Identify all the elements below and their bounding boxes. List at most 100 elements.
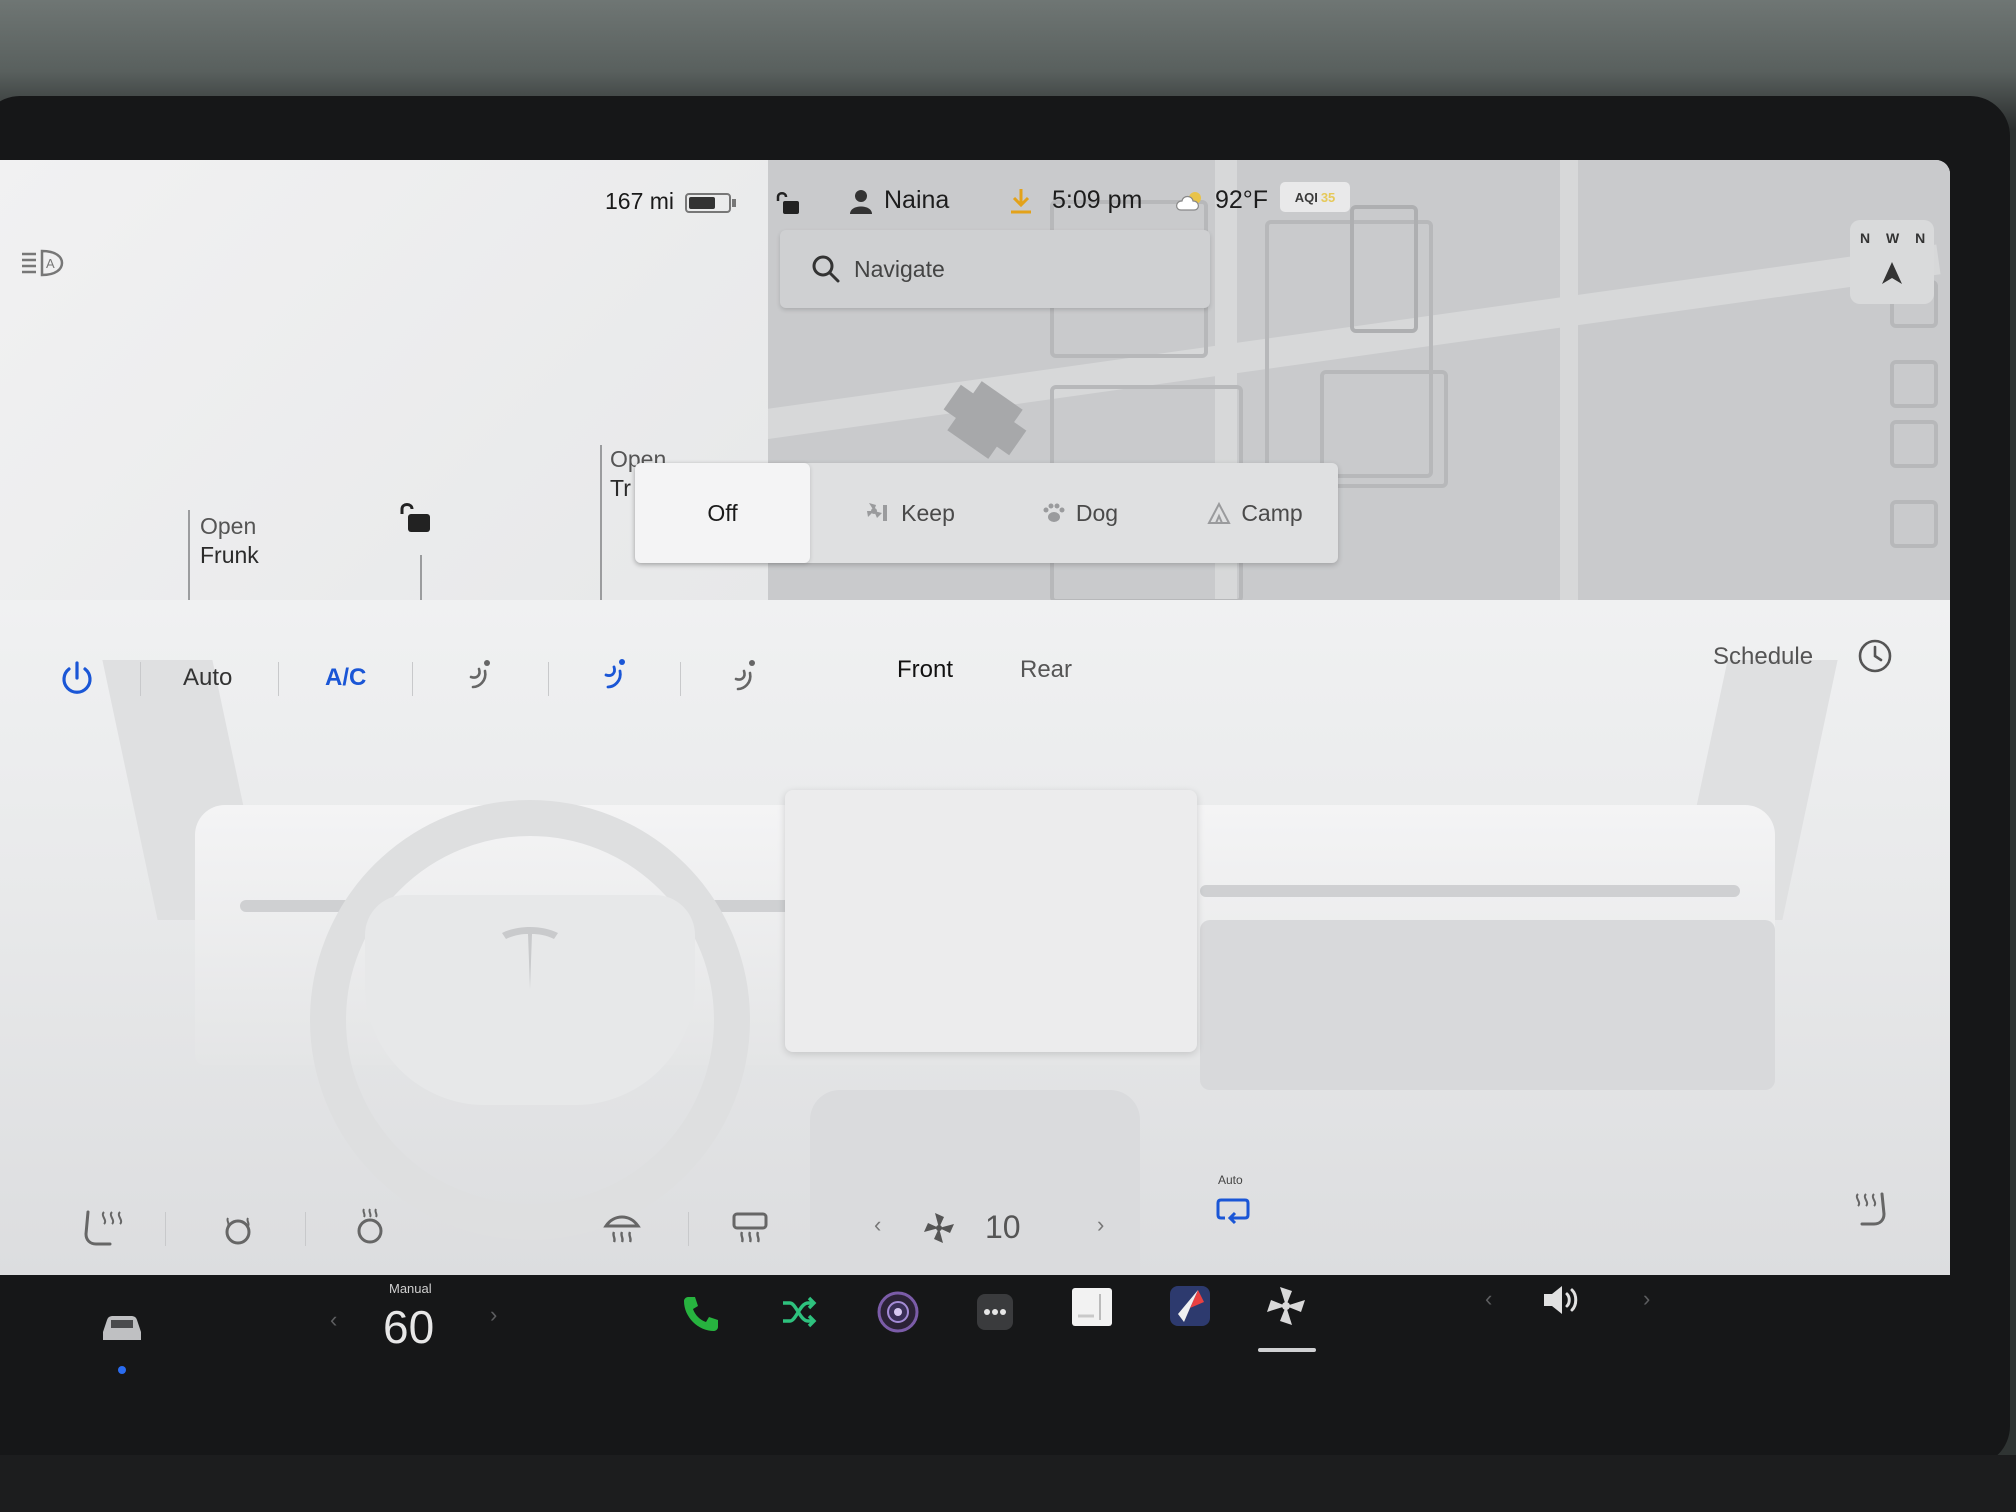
compass-button[interactable]: N W N	[1850, 220, 1934, 304]
volume-down-chevron[interactable]: ‹	[1485, 1286, 1492, 1312]
mode-keep-button[interactable]: Keep	[835, 463, 985, 563]
mode-dog-label: Dog	[1075, 499, 1119, 526]
frunk-line2: Frunk	[200, 542, 259, 568]
fan-icon	[924, 1213, 954, 1243]
navigate-placeholder: Navigate	[854, 255, 945, 282]
keep-fan-icon	[867, 503, 888, 521]
shuffle-icon[interactable]	[780, 1295, 818, 1329]
map-road	[1560, 160, 1578, 600]
fan-speed-value: 10	[985, 1209, 1021, 1245]
mode-off-label: Off	[707, 499, 738, 526]
climate-active-indicator	[1258, 1348, 1316, 1352]
map-building	[1350, 205, 1418, 333]
frunk-callout-line	[188, 510, 190, 605]
car-active-dot	[118, 1366, 126, 1374]
steering-heater-icon[interactable]	[218, 1212, 258, 1246]
climate-fan-icon[interactable]	[1264, 1284, 1308, 1328]
mode-camp-label: Camp	[1241, 499, 1303, 526]
download-icon	[1011, 188, 1031, 213]
airflow-feet-icon[interactable]	[730, 657, 760, 691]
recirc-auto-label: Auto	[1218, 1173, 1243, 1187]
svg-text:A: A	[46, 256, 55, 271]
speed-increase-chevron[interactable]: ›	[490, 1302, 497, 1328]
mode-off-button[interactable]: Off	[635, 463, 810, 563]
separator	[165, 1212, 166, 1246]
recirculation-icon[interactable]	[1215, 1194, 1251, 1226]
auto-headlights-icon[interactable]: A	[20, 248, 66, 278]
separator	[140, 662, 141, 696]
trunk-callout-line	[600, 445, 602, 600]
car-icon[interactable]	[97, 1310, 147, 1346]
map-building	[1320, 370, 1448, 488]
driver-name: Naina	[884, 186, 950, 214]
software-update[interactable]: 5:09 pm	[1008, 186, 1142, 215]
lock-status-icon[interactable]	[775, 190, 801, 216]
aqi-value: 35	[1320, 189, 1336, 205]
airflow-face-feet-icon[interactable]	[600, 657, 630, 691]
tab-rear[interactable]: Rear	[1020, 656, 1072, 684]
cabin-mode-selector: Off Keep Dog Camp	[635, 463, 1338, 563]
battery-icon	[685, 193, 731, 213]
climate-auto-button[interactable]: Auto	[183, 664, 232, 692]
mode-camp-button[interactable]: Camp	[1180, 463, 1330, 563]
search-icon	[812, 255, 840, 283]
clock-icon[interactable]	[1857, 638, 1893, 674]
separator	[688, 1212, 689, 1246]
separator	[680, 662, 681, 696]
calendar-icon[interactable]	[1070, 1286, 1114, 1328]
fan-increase-chevron[interactable]: ›	[1097, 1212, 1104, 1238]
volume-up-chevron[interactable]: ›	[1643, 1286, 1650, 1312]
seat-heater-right-icon[interactable]	[1850, 1190, 1890, 1230]
touchscreen: Navigate N W N 167 mi A Open Frunk Open …	[0, 160, 1950, 1275]
schedule-button[interactable]: Schedule	[1713, 643, 1813, 671]
tesla-logo-icon	[502, 927, 558, 989]
separator	[278, 662, 279, 696]
aqi-badge[interactable]: AQI 35	[1280, 182, 1350, 212]
paw-icon	[1043, 503, 1065, 522]
separator	[305, 1212, 306, 1246]
set-speed-value: 60	[383, 1301, 435, 1353]
range-readout: 167 mi	[605, 188, 675, 214]
phone-icon[interactable]	[680, 1293, 722, 1335]
outside-temp: 92°F	[1215, 186, 1269, 214]
front-defrost-icon[interactable]	[602, 1210, 642, 1246]
fan-decrease-chevron[interactable]: ‹	[874, 1212, 881, 1238]
climate-power-icon[interactable]	[60, 660, 94, 696]
console-render	[810, 1090, 1140, 1275]
speed-decrease-chevron[interactable]: ‹	[330, 1307, 337, 1333]
more-apps-icon[interactable]	[975, 1292, 1015, 1332]
rear-defrost-icon[interactable]	[730, 1210, 770, 1246]
compass-letters: N W N	[1860, 230, 1932, 246]
clock-time: 5:09 pm	[1052, 186, 1143, 214]
airflow-face-icon[interactable]	[465, 657, 495, 691]
driver-profile[interactable]: Naina	[848, 186, 949, 215]
map-building	[1890, 500, 1938, 548]
mode-keep-label: Keep	[901, 499, 955, 526]
mode-dog-button[interactable]: Dog	[1010, 463, 1150, 563]
battery-tip	[732, 199, 736, 207]
separator	[412, 662, 413, 696]
camera-icon[interactable]	[876, 1290, 920, 1334]
tent-icon	[1207, 501, 1231, 524]
ac-button[interactable]: A/C	[325, 664, 366, 692]
dash-vent-right	[1200, 885, 1740, 897]
tab-front[interactable]: Front	[897, 656, 953, 684]
open-frunk-button[interactable]: Open Frunk	[200, 512, 259, 570]
map-building	[1890, 420, 1938, 468]
wiper-heater-icon[interactable]	[352, 1205, 388, 1245]
navigate-search[interactable]: Navigate	[780, 230, 1210, 308]
heading-arrow-icon	[1882, 262, 1902, 284]
speed-mode-label: Manual	[389, 1281, 432, 1296]
climate-panel: Auto A/C Front Rear Schedule ‹ 10 › Auto	[0, 600, 1950, 1275]
lower-dash	[0, 1455, 2016, 1512]
frunk-line1: Open	[200, 513, 257, 539]
weather[interactable]: 92°F	[1175, 186, 1268, 215]
lock-callout-line	[420, 555, 422, 605]
separator	[548, 662, 549, 696]
center-screen-render	[785, 790, 1197, 1052]
unlock-icon[interactable]	[398, 500, 434, 536]
cloudy-icon	[1176, 191, 1201, 211]
seat-heater-left-icon[interactable]	[80, 1208, 126, 1250]
volume-icon[interactable]	[1540, 1282, 1586, 1318]
navigation-app-icon[interactable]	[1168, 1284, 1212, 1328]
